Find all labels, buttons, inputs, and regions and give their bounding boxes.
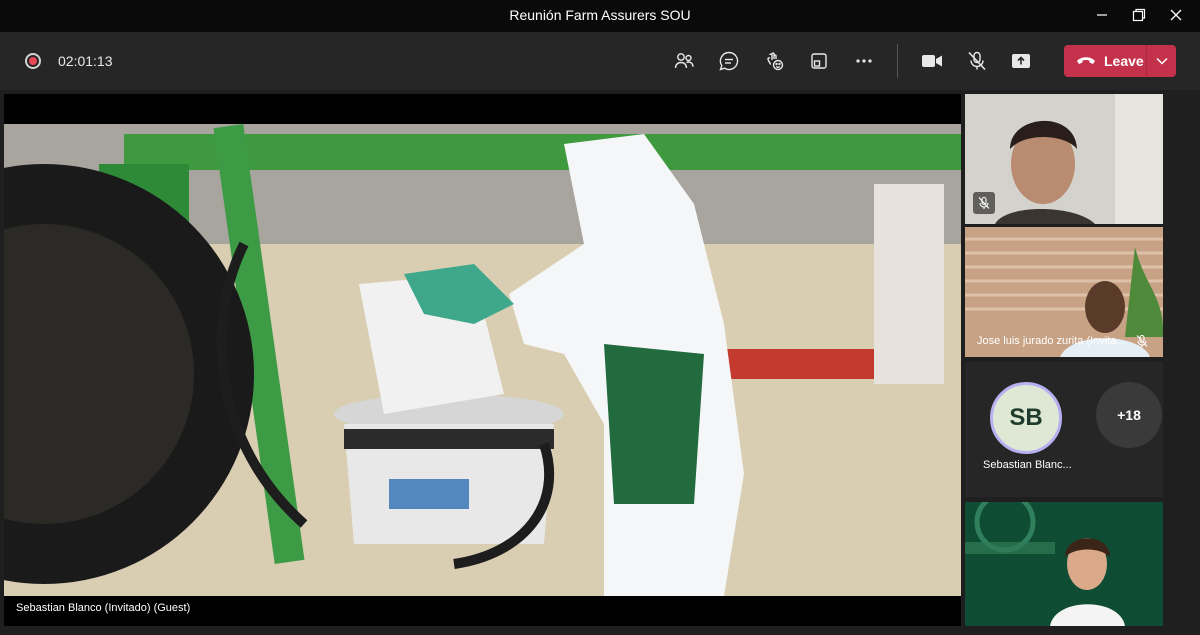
camera-icon [922,55,942,67]
tile-1-mute-badge [973,192,995,214]
people-icon [674,53,694,69]
people-button[interactable] [669,46,699,76]
close-window-button[interactable] [1159,0,1193,30]
participant-tile-3[interactable]: SB +18 Sebastian Blanc... [965,362,1163,497]
shared-video-feed [4,124,961,596]
restore-button[interactable] [1122,0,1156,30]
meeting-timer: 02:01:13 [58,53,113,69]
hang-up-icon [1077,57,1095,64]
window-titlebar: Reunión Farm Assurers SOU [0,0,1200,32]
more-icon [856,59,872,63]
tile-2-participant-name: Jose luis jurado zurita (Invita... [977,335,1126,347]
close-icon [1170,9,1182,21]
video-frame-illustration [4,124,961,596]
minimize-icon [1097,14,1107,16]
chat-icon [719,51,739,71]
window-title: Reunión Farm Assurers SOU [509,7,691,23]
avatar: SB [990,382,1062,454]
tile-2-mute-badge [1131,330,1153,352]
leave-label: Leave [1104,53,1144,69]
reactions-icon [767,52,784,71]
recording-icon [25,53,41,69]
participant-video-self [965,502,1163,626]
leave-button-group: Leave [1064,45,1176,77]
meeting-toolbar: 02:01:13 Leave [0,32,1200,90]
chevron-down-icon [1155,57,1168,65]
toolbar-divider [897,44,898,78]
camera-button[interactable] [917,46,947,76]
participant-tile-self[interactable] [965,502,1163,626]
share-tray-icon [811,53,827,69]
reactions-button[interactable] [759,46,789,76]
more-participants-button[interactable]: +18 [1096,382,1162,448]
participant-tile-1[interactable] [965,94,1163,224]
main-speaker-name: Sebastian Blanco (Invitado) (Guest) [16,602,191,614]
mic-off-icon [1136,334,1148,347]
share-tray-button[interactable] [804,46,834,76]
main-video-stage[interactable]: Sebastian Blanco (Invitado) (Guest) [4,94,961,626]
leave-button[interactable]: Leave [1064,45,1146,77]
chat-button[interactable] [714,46,744,76]
tile-3-participant-name: Sebastian Blanc... [983,459,1072,471]
mic-off-icon [968,51,986,71]
share-icon [1012,54,1030,68]
mic-off-icon [978,196,990,209]
restore-icon [1132,8,1146,22]
minimize-button[interactable] [1085,0,1119,30]
leave-options-button[interactable] [1147,45,1176,77]
more-actions-button[interactable] [849,46,879,76]
microphone-button[interactable] [962,46,992,76]
participant-tile-2[interactable]: Jose luis jurado zurita (Invita... [965,227,1163,357]
share-content-button[interactable] [1006,46,1036,76]
